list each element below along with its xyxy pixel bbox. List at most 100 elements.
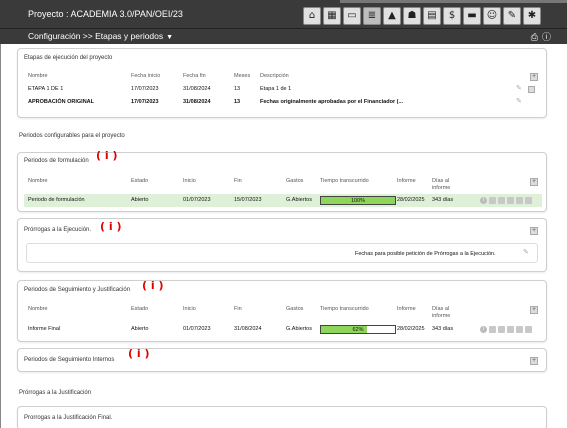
etapa-descripcion: Fechas originalmente aprobadas por el Fi… [260,99,404,105]
row-estado: Abierto [131,326,149,332]
edit-pencil-icon[interactable]: ✎ [516,97,522,105]
col-dias-informe: informe [432,313,451,319]
annotation-mark: ( i ) [142,279,164,292]
progress-bar: 62% [320,325,396,334]
etapa-meses: 13 [234,99,241,105]
prorrogas-justificacion-title: Prorrogas a la Justificación Final. [24,415,113,421]
row-actions: i [480,197,532,204]
row-informe: 28/02/2025 [397,197,425,203]
info-icon[interactable]: i [480,197,487,204]
seguimiento-internos-panel: Periodos de Seguimiento Internos ( i ) + [17,347,547,372]
tools-icon[interactable]: ✎ [503,7,521,25]
top-bar: Proyecto : ACADEMIA 3.0/PAN/OEI/23 ⌂ ▦ ▭… [0,0,567,29]
edit-pencil-icon[interactable]: ✎ [516,84,522,92]
col-informe: Informe [397,306,416,312]
list-icon[interactable] [516,197,523,204]
edit-icon[interactable] [507,326,514,333]
etapa-nombre: ETAPA 1 DE 1 [28,86,64,92]
seguimiento-title: Periodos de Seguimiento y Justificación [24,287,131,293]
seguimiento-panel: Periodos de Seguimiento y Justificación … [17,279,547,342]
folder-icon[interactable]: ▬ [463,7,481,25]
row-estado: Abierto [131,197,149,203]
row-fin: 15/07/2023 [234,197,262,203]
etapa-nombre: APROBACIÓN ORIGINAL [28,99,94,105]
etapa-descripcion: Etapa 1 de 1 [260,86,292,92]
etapa-inicio: 17/07/2023 [131,86,159,92]
col-descripcion: Descripción [260,73,289,79]
breadcrumb-label: Configuración >> Etapas y periodos [28,31,164,41]
comment-icon[interactable] [489,197,496,204]
etapa-fin: 31/08/2024 [183,86,211,92]
etapa-meses: 13 [234,86,241,92]
row-gastos: G.Abiertos [286,197,312,203]
prorroga-info-box: Fechas para posible petición de Prórroga… [26,243,538,263]
breadcrumb[interactable]: Configuración >> Etapas y periodos ▼ [28,31,173,41]
prorrogas-ejecucion-title: Prórrogas a la Ejecución. [24,227,92,233]
window-icon[interactable]: ▭ [343,7,361,25]
people-icon[interactable]: ☺ [483,7,501,25]
col-gastos: Gastos [286,178,304,184]
progress-label: 100% [350,198,366,204]
annotation-mark: ( i ) [100,220,122,233]
user-settings-icon[interactable]: ✱ [523,7,541,25]
row-inicio: 01/07/2023 [183,326,211,332]
col-dias: Días al [432,306,450,312]
etapa-inicio: 17/07/2023 [131,99,159,105]
col-fecha-inicio: Fecha inicio [131,73,161,79]
comment-icon[interactable] [489,326,496,333]
info-icon[interactable]: ⓘ [542,33,551,43]
document-icon[interactable] [498,326,505,333]
home-icon[interactable]: ⌂ [303,7,321,25]
row-gastos: G.Abiertos [286,326,312,332]
prorrogas-ejecucion-panel: Prórrogas a la Ejecución. ( i ) + Fechas… [17,218,547,272]
formulacion-title: Periodos de formulación [24,158,89,164]
etapas-panel: Etapas de ejecución del proyecto + Nombr… [17,48,547,118]
row-nombre: Periodo de formulación [28,197,85,203]
edit-icon[interactable] [507,197,514,204]
building-icon[interactable]: ▲ [383,7,401,25]
annotation-mark: ( i ) [128,347,150,360]
subbar-actions: ⎙ ⓘ [527,30,551,43]
project-title: Proyecto : ACADEMIA 3.0/PAN/OEI/23 [28,9,183,19]
row-fin: 31/08/2024 [234,326,262,332]
table-row[interactable] [24,194,542,207]
database-icon[interactable]: ≣ [363,7,381,25]
add-internos-button[interactable]: + [530,357,538,365]
list-icon[interactable] [516,326,523,333]
add-formulacion-button[interactable]: + [530,178,538,186]
caret-down-icon: ▼ [166,34,174,41]
delete-icon[interactable] [525,197,532,204]
add-prorroga-button[interactable]: + [530,227,538,235]
prorrogas-justificacion-panel: Prorrogas a la Justificación Final. [17,406,547,428]
grid-icon[interactable]: ▦ [323,7,341,25]
edit-pencil-icon[interactable]: ✎ [523,248,529,256]
formulacion-panel: Periodos de formulación ( i ) + Nombre E… [17,149,547,212]
col-nombre: Nombre [28,73,48,79]
money-bag-icon[interactable]: $ [443,7,461,25]
etapas-title: Etapas de ejecución del proyecto [24,55,113,61]
col-nombre: Nombre [28,178,48,184]
prorrogas-justificacion-section-title: Prórrogas a la Justificación [19,390,92,396]
row-inicio: 01/07/2023 [183,197,211,203]
row-nombre: Informe Final [28,326,61,332]
print-icon[interactable]: ⎙ [531,33,538,43]
add-seguimiento-button[interactable]: + [530,306,538,314]
main-content: Etapas de ejecución del proyecto + Nombr… [0,44,567,428]
col-meses: Meses [234,73,251,79]
handshake-icon[interactable]: ☗ [403,7,421,25]
add-etapa-button[interactable]: + [530,73,538,81]
col-estado: Estado [131,306,149,312]
document-icon[interactable] [498,197,505,204]
col-fin: Fin [234,178,242,184]
col-estado: Estado [131,178,149,184]
prorroga-message: Fechas para posible petición de Prórroga… [355,251,496,257]
col-dias-informe: informe [432,185,451,191]
col-fecha-fin: Fecha fin [183,73,206,79]
info-icon[interactable]: i [480,326,487,333]
calendar-icon[interactable]: ▤ [423,7,441,25]
delete-icon[interactable] [525,326,532,333]
row-informe: 28/02/2025 [397,326,425,332]
row-dias: 343 días [432,326,454,332]
row-dias: 343 días [432,197,454,203]
delete-etapa-icon[interactable] [528,86,535,93]
